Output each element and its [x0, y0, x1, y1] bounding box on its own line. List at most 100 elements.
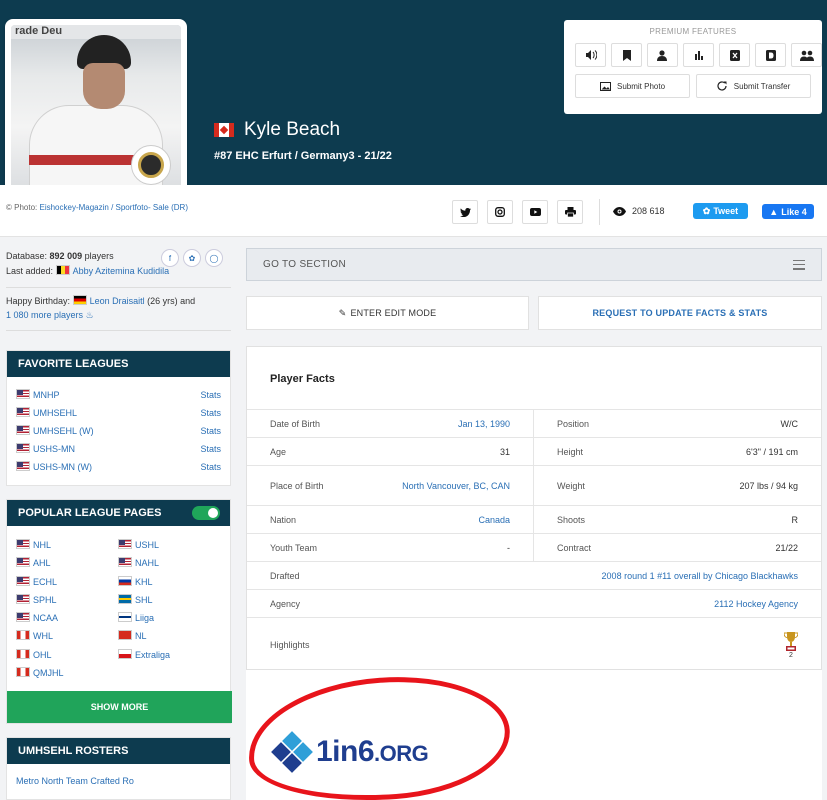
instagram-icon[interactable]: ◯ [205, 249, 223, 267]
eye-icon [613, 206, 626, 216]
thumbs-up-icon: ▲ [769, 206, 779, 217]
highlights-count: 2 [789, 651, 793, 659]
flag-icon [118, 612, 132, 623]
popular-league-item[interactable]: SHL [118, 591, 220, 609]
flag-icon [16, 539, 30, 549]
favorite-league-item[interactable]: UMHSEHL Stats [16, 404, 221, 422]
more-birthdays-link[interactable]: 1 080 more players [6, 310, 83, 320]
flag-icon [118, 630, 132, 641]
twitter-icon [459, 207, 471, 217]
favorite-leagues-box: FAVORITE LEAGUES MNHP Stats UMHSEHL Stats UM… [6, 350, 231, 486]
belgium-flag-icon [55, 265, 70, 275]
popular-league-item[interactable]: SPHL [16, 591, 118, 609]
flag-icon [118, 648, 132, 659]
popular-league-item[interactable]: WHL [16, 627, 118, 645]
print-icon [564, 207, 576, 217]
popular-league-item[interactable]: NHL [16, 536, 118, 554]
player-name: Kyle Beach [214, 119, 340, 141]
stats-link[interactable]: Stats [200, 386, 221, 404]
popular-league-item[interactable]: QMJHL [16, 664, 118, 682]
player-photo[interactable]: rade Deu [11, 25, 181, 195]
popular-league-item[interactable]: NAHL [118, 554, 220, 572]
last-added-player-link[interactable]: Abby Azitemina Kudidila [73, 266, 170, 276]
flag-icon [16, 557, 30, 568]
favorite-league-item[interactable]: MNHP Stats [16, 386, 221, 404]
popular-league-item[interactable]: USHL [118, 536, 220, 554]
trophy-icon[interactable]: 2 [784, 631, 798, 659]
popular-leagues-toggle[interactable] [192, 506, 220, 520]
facebook-like-button[interactable]: ▲ Like 4 [762, 204, 814, 219]
print-button[interactable] [557, 200, 583, 224]
player-name-text: Kyle Beach [244, 119, 341, 140]
popular-league-item[interactable]: ECHL [16, 573, 118, 591]
rosters-box: UMHSEHL ROSTERS Metro North Team Crafted… [6, 737, 231, 800]
flag-icon [16, 593, 30, 604]
sidebar-info: Database: 892 009 players f ✿ ◯ Last add… [6, 246, 231, 337]
fact-agency: Agency 2112 Hockey Agency [270, 598, 798, 609]
user-compare-icon[interactable] [647, 43, 678, 67]
canada-flag-icon [214, 123, 234, 137]
popular-league-item[interactable]: OHL [16, 646, 118, 664]
enter-edit-mode-button[interactable]: ✎ ENTER EDIT MODE [246, 296, 529, 330]
popular-league-item[interactable]: Liiga [118, 609, 220, 627]
stats-link[interactable]: Stats [200, 440, 221, 458]
usa-flag-icon [16, 461, 30, 471]
twitter-button[interactable] [452, 200, 478, 224]
favorite-league-item[interactable]: USHS-MN (W) Stats [16, 458, 221, 476]
request-update-button[interactable]: REQUEST TO UPDATE FACTS & STATS [538, 296, 822, 330]
cake-icon: ♨ [85, 310, 94, 320]
fact-nation: Nation Canada [247, 506, 534, 533]
usa-flag-icon [16, 389, 30, 399]
popular-leagues-title: POPULAR LEAGUE PAGES [7, 500, 230, 526]
instagram-button[interactable] [487, 200, 513, 224]
users-icon[interactable] [791, 43, 822, 67]
stats-link[interactable]: Stats [200, 404, 221, 422]
flag-icon [118, 557, 132, 568]
stats-link[interactable]: Stats [200, 422, 221, 440]
birthday-line: Happy Birthday: Leon Draisaitl (26 yrs) … [6, 295, 196, 320]
popular-league-item[interactable]: KHL [118, 573, 220, 591]
youtube-icon [529, 208, 541, 216]
favorite-league-item[interactable]: USHS-MN Stats [16, 440, 221, 458]
go-to-section-dropdown[interactable]: GO TO SECTION [246, 248, 822, 281]
speaker-icon[interactable] [575, 43, 606, 67]
favorite-league-item[interactable]: UMHSEHL (W) Stats [16, 422, 221, 440]
flag-icon [16, 648, 30, 659]
view-count: 208 618 [613, 206, 665, 216]
photo-credit-link[interactable]: Eishockey-Magazin / Sportfoto- Sale (DR) [39, 203, 188, 212]
show-more-button[interactable]: SHOW MORE [7, 691, 232, 723]
popular-league-item[interactable]: NL [118, 627, 220, 645]
submit-photo-button[interactable]: Submit Photo [575, 74, 690, 98]
usa-flag-icon [16, 407, 30, 417]
premium-features-title: PREMIUM FEATURES [649, 27, 737, 36]
favorite-leagues-title: FAVORITE LEAGUES [7, 351, 230, 377]
1in6-logo: 1in6.ORG [271, 731, 429, 773]
popular-league-item[interactable]: AHL [16, 554, 118, 572]
advertisement-banner[interactable]: 1in6.ORG [244, 669, 822, 800]
flag-icon [118, 575, 132, 586]
facebook-icon[interactable]: f [161, 249, 179, 267]
flag-icon [16, 612, 30, 623]
birthday-player-link[interactable]: Leon Draisaitl [90, 296, 145, 306]
d-icon[interactable] [755, 43, 786, 67]
stats-link[interactable]: Stats [200, 458, 221, 476]
popular-league-item[interactable]: Extraliga [118, 646, 220, 664]
team-logo[interactable] [131, 145, 171, 185]
twitter-icon[interactable]: ✿ [183, 249, 201, 267]
player-photo-card: rade Deu [5, 19, 187, 201]
roster-row[interactable]: Metro North Team Crafted Ro [7, 764, 230, 786]
submit-transfer-button[interactable]: Submit Transfer [696, 74, 811, 98]
youtube-button[interactable] [522, 200, 548, 224]
x-icon[interactable] [719, 43, 750, 67]
player-facts-title: Player Facts [270, 373, 335, 385]
tweet-button[interactable]: ✿ Tweet [693, 203, 748, 219]
flag-icon [118, 539, 132, 549]
popular-league-item[interactable]: NCAA [16, 609, 118, 627]
rosters-title: UMHSEHL ROSTERS [7, 738, 230, 764]
fact-contract: Contract 21/22 [557, 542, 798, 553]
chart-icon[interactable] [683, 43, 714, 67]
bookmark-icon[interactable] [611, 43, 642, 67]
player-team-line: #87 EHC Erfurt / Germany3 - 21/22 [214, 150, 392, 162]
usa-flag-icon [16, 443, 30, 453]
fact-height: Height 6'3" / 191 cm [557, 446, 798, 457]
